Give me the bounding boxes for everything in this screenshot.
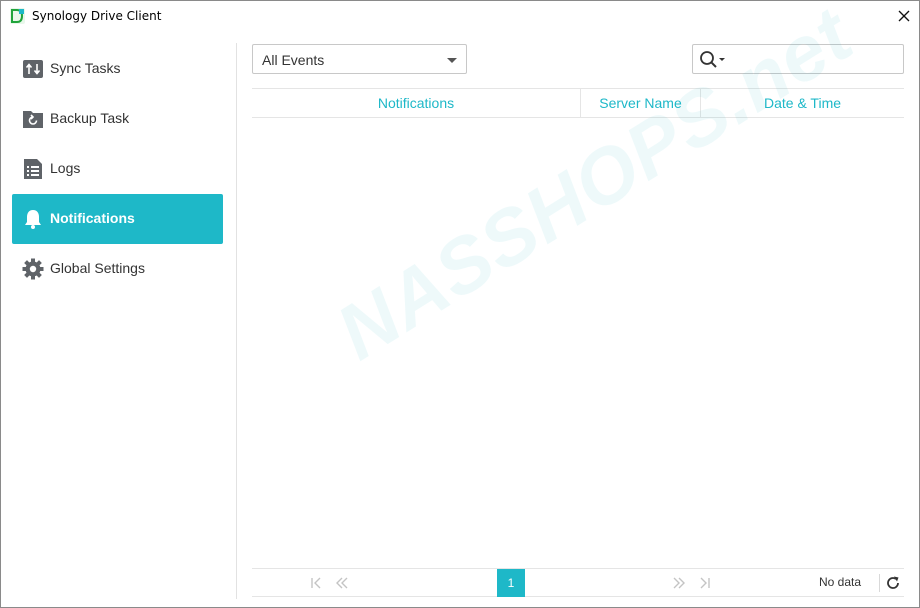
previous-page-icon[interactable] xyxy=(334,575,350,591)
pager-status-text: No data xyxy=(819,575,862,589)
sidebar-item-notifications[interactable]: Notifications xyxy=(12,194,223,244)
sidebar-item-label: Sync Tasks xyxy=(50,60,121,76)
first-page-icon[interactable] xyxy=(308,575,324,591)
bell-icon xyxy=(25,210,41,229)
pagination-bar: 1 No data xyxy=(252,568,904,597)
sidebar-item-logs[interactable]: Logs xyxy=(12,144,223,194)
logs-icon xyxy=(24,159,42,179)
refresh-icon[interactable] xyxy=(885,575,901,591)
sidebar-item-label: Logs xyxy=(50,160,81,176)
window-title: Synology Drive Client xyxy=(32,9,162,23)
sidebar: Sync Tasks Backup Task Logs Notification… xyxy=(1,43,237,599)
close-icon[interactable] xyxy=(891,3,917,29)
event-filter-dropdown[interactable]: All Events xyxy=(252,44,467,74)
last-page-icon[interactable] xyxy=(697,575,713,591)
sidebar-item-global-settings[interactable]: Global Settings xyxy=(12,244,223,294)
event-filter-value: All Events xyxy=(262,52,325,68)
next-page-icon[interactable] xyxy=(671,575,687,591)
column-header-notifications[interactable]: Notifications xyxy=(252,89,581,118)
sidebar-item-sync-tasks[interactable]: Sync Tasks xyxy=(12,44,223,94)
sync-arrows-icon xyxy=(23,60,43,78)
pager-divider xyxy=(879,574,880,592)
sidebar-item-label: Notifications xyxy=(50,210,135,226)
backup-folder-icon xyxy=(23,111,43,128)
sidebar-item-label: Backup Task xyxy=(50,110,130,126)
sidebar-item-backup-task[interactable]: Backup Task xyxy=(12,94,223,144)
app-window: Synology Drive Client Sync Tasks Backup … xyxy=(0,0,920,608)
gear-icon xyxy=(22,258,44,280)
sidebar-item-label: Global Settings xyxy=(50,260,145,276)
chevron-down-icon xyxy=(447,58,457,63)
page-number-current[interactable]: 1 xyxy=(497,569,525,597)
synology-drive-logo-icon xyxy=(10,8,25,24)
